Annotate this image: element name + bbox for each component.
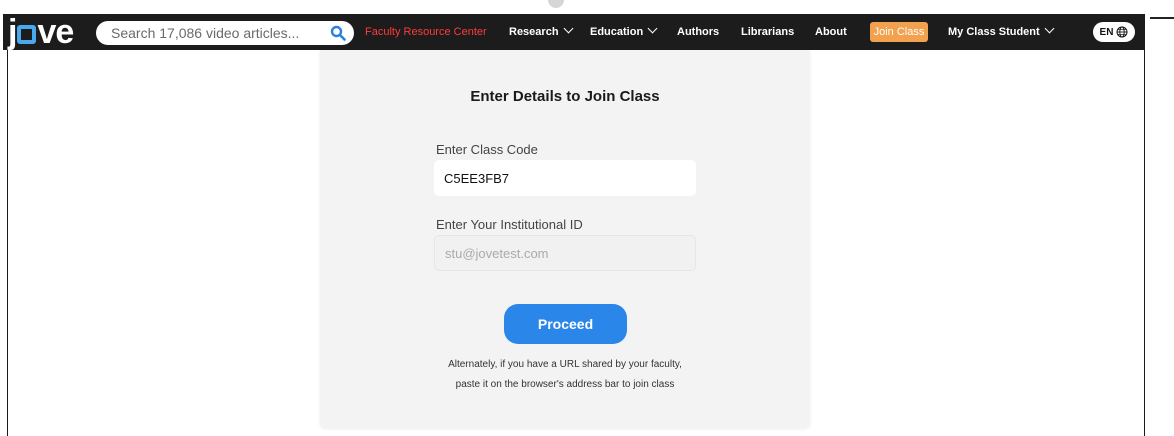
nav-research-menu[interactable]: Research — [509, 14, 573, 50]
user-menu[interactable]: My Class Student — [948, 14, 1055, 50]
proceed-button[interactable]: Proceed — [504, 304, 627, 344]
logo-letter-j: j — [8, 13, 18, 51]
search-box — [96, 21, 354, 45]
join-class-card: Enter Details to Join Class Enter Class … — [320, 50, 810, 428]
search-icon[interactable] — [330, 25, 346, 41]
logo-square-icon — [17, 24, 37, 44]
institutional-id-input[interactable] — [434, 235, 696, 271]
nav-education-label: Education — [590, 26, 644, 38]
logo-letters-ve: ve — [37, 13, 74, 51]
join-class-button[interactable]: Join Class — [870, 22, 928, 42]
page-right-border — [1144, 50, 1145, 436]
user-menu-label: My Class Student — [948, 26, 1040, 38]
jove-logo[interactable]: j ve — [8, 13, 74, 51]
url-join-note-line1: Alternately, if you have a URL shared by… — [448, 359, 682, 370]
url-join-note-line2: paste it on the browser's address bar to… — [455, 379, 675, 390]
nav-education-menu[interactable]: Education — [590, 14, 658, 50]
chevron-down-icon — [563, 23, 573, 34]
nav-authors[interactable]: Authors — [677, 14, 719, 50]
nav-faculty-resource-center[interactable]: Faculty Resource Center — [365, 14, 487, 50]
institutional-id-label: Enter Your Institutional ID — [436, 217, 583, 232]
nav-research-label: Research — [509, 26, 559, 38]
language-selector[interactable]: EN — [1093, 22, 1135, 42]
language-label: EN — [1099, 26, 1114, 38]
chevron-down-icon — [647, 23, 658, 34]
class-code-input[interactable] — [434, 160, 696, 196]
page-left-border — [7, 50, 8, 436]
window-edge — [1150, 17, 1174, 19]
card-title: Enter Details to Join Class — [470, 88, 660, 105]
nav-librarians[interactable]: Librarians — [741, 14, 794, 50]
class-code-label: Enter Class Code — [436, 142, 538, 157]
search-input[interactable] — [109, 24, 323, 42]
nav-about[interactable]: About — [815, 14, 847, 50]
window-notch — [548, 0, 564, 8]
app-window: j ve Faculty Resource Center Research Ed… — [0, 0, 1174, 436]
chevron-down-icon — [1044, 23, 1055, 34]
globe-icon — [1116, 26, 1128, 38]
